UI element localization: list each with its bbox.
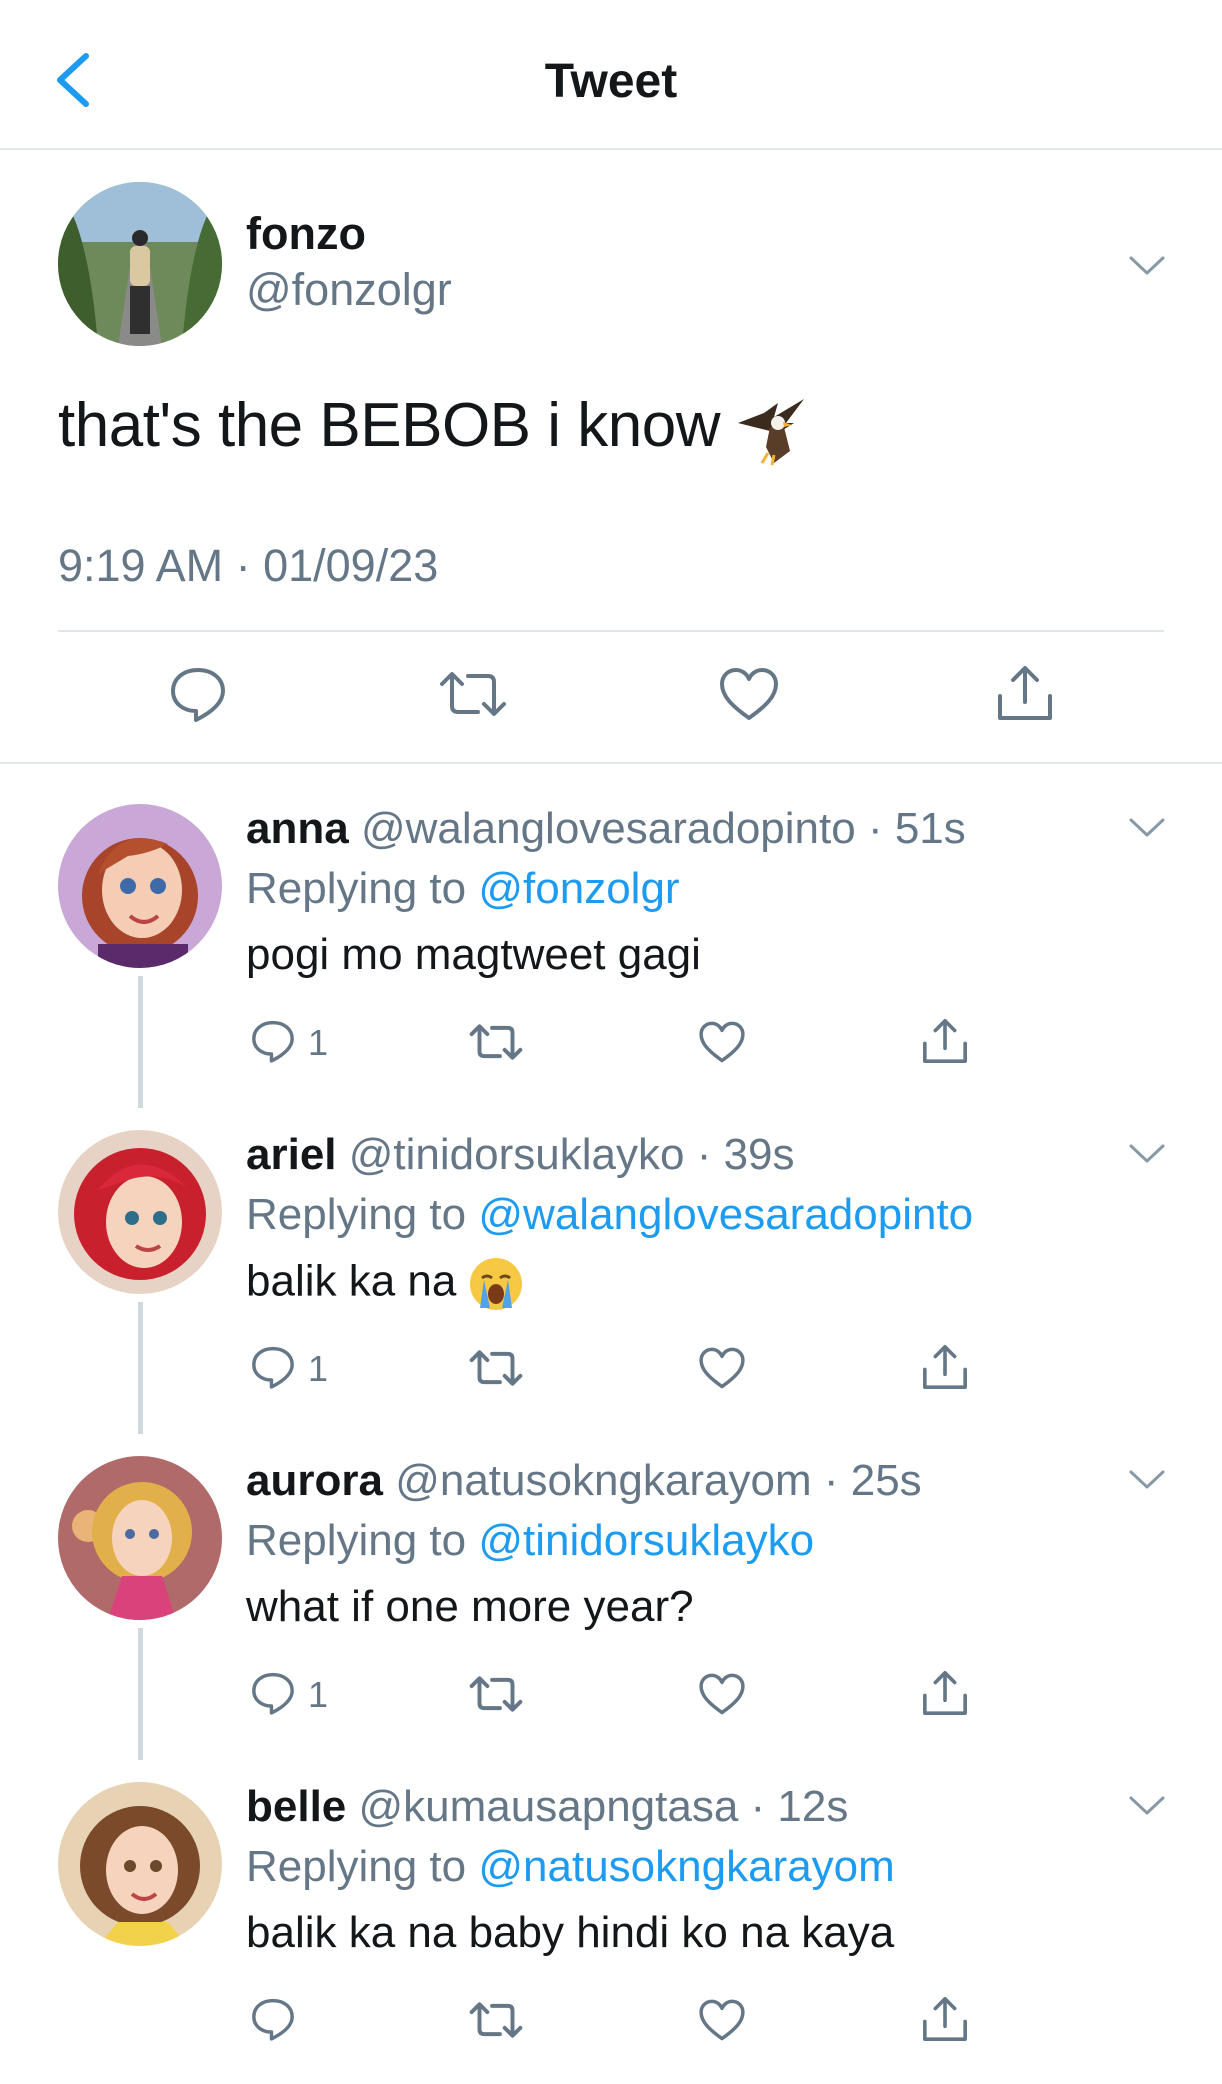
reply-count: 1 <box>308 1674 329 1715</box>
caret-down-icon[interactable] <box>1128 254 1166 278</box>
like-icon[interactable] <box>698 1020 746 1064</box>
tweet-text: that's the BEBOB i know <box>58 390 808 467</box>
reply-tweet[interactable]: belle @kumausapngtasa · 12s Replying to … <box>0 1758 1222 2084</box>
reply-text: balik ka na <box>246 1256 524 1312</box>
eagle-emoji <box>738 398 804 465</box>
replying-mention[interactable]: @fonzolgr <box>478 864 679 913</box>
reply-author-name[interactable]: aurora <box>246 1456 383 1505</box>
share-icon[interactable] <box>920 1016 970 1066</box>
thread-line <box>138 976 143 1108</box>
tweet-text-content: that's the BEBOB i know <box>58 391 721 460</box>
thread-line <box>138 1302 143 1434</box>
reply-text-content: balik ka na <box>246 1256 457 1306</box>
reply-tweet[interactable]: aurora @natusokngkarayom · 25s Replying … <box>0 1432 1222 1760</box>
avatar[interactable] <box>58 1456 222 1620</box>
like-icon[interactable] <box>698 1998 746 2042</box>
thread-line <box>138 1628 143 1760</box>
replying-to: Replying to @natusokngkarayom <box>246 1842 895 1892</box>
share-icon[interactable] <box>920 1994 970 2044</box>
replying-prefix: Replying to <box>246 1842 467 1891</box>
avatar[interactable] <box>58 1782 222 1946</box>
reply-text: balik ka na baby hindi ko na kaya <box>246 1908 895 1957</box>
reply-header: aurora @natusokngkarayom · 25s <box>246 1456 922 1506</box>
reply-time: · 12s <box>750 1782 849 1831</box>
reply-actions: 1 <box>246 1010 1006 1070</box>
reply-time: · 25s <box>823 1456 922 1505</box>
replying-mention[interactable]: @walanglovesaradopinto <box>478 1190 973 1239</box>
reply-author-name[interactable]: anna <box>246 804 349 853</box>
replying-to: Replying to @walanglovesaradopinto <box>246 1190 973 1240</box>
retweet-icon[interactable] <box>468 1998 524 2042</box>
reply-actions: 1 <box>246 1662 1006 1722</box>
caret-down-icon[interactable] <box>1128 816 1166 840</box>
page-title: Tweet <box>544 55 678 108</box>
like-icon[interactable] <box>698 1672 746 1716</box>
reply-actions: 1 <box>246 1336 1006 1396</box>
author-name[interactable]: fonzo <box>246 208 366 260</box>
reply-author-name[interactable]: ariel <box>246 1130 337 1179</box>
replying-to: Replying to @fonzolgr <box>246 864 680 914</box>
avatar[interactable] <box>58 1130 222 1294</box>
reply-header: belle @kumausapngtasa · 12s <box>246 1782 848 1832</box>
replying-prefix: Replying to <box>246 1516 467 1565</box>
reply-tweet[interactable]: ariel @tinidorsuklayko · 39s Replying to… <box>0 1106 1222 1434</box>
header-bar: Tweet <box>0 0 1222 150</box>
like-icon[interactable] <box>718 666 780 722</box>
like-icon[interactable] <box>698 1346 746 1390</box>
reply-header: anna @walanglovesaradopinto · 51s <box>246 804 966 854</box>
replying-mention[interactable]: @tinidorsuklayko <box>478 1516 814 1565</box>
divider <box>58 630 1164 632</box>
reply-time: · 51s <box>867 804 966 853</box>
reply-count: 1 <box>308 1022 329 1063</box>
main-tweet: fonzo @fonzolgr that's the BEBOB i know … <box>0 150 1222 764</box>
reply-icon[interactable] <box>168 664 228 724</box>
reply-time: · 39s <box>696 1130 795 1179</box>
share-icon[interactable] <box>994 662 1056 724</box>
reply-tweet[interactable]: anna @walanglovesaradopinto · 51s Replyi… <box>0 780 1222 1108</box>
retweet-icon[interactable] <box>468 1020 524 1064</box>
reply-author-handle[interactable]: @natusokngkarayom <box>395 1456 811 1505</box>
replying-mention[interactable]: @natusokngkarayom <box>478 1842 894 1891</box>
reply-icon[interactable] <box>250 1018 296 1064</box>
avatar[interactable] <box>58 182 222 346</box>
replying-prefix: Replying to <box>246 1190 467 1239</box>
reply-count: 1 <box>308 1348 329 1389</box>
reply-author-handle[interactable]: @walanglovesaradopinto <box>361 804 856 853</box>
reply-icon[interactable] <box>250 1670 296 1716</box>
tweet-timestamp: 9:19 AM · 01/09/23 <box>58 540 439 591</box>
reply-header: ariel @tinidorsuklayko · 39s <box>246 1130 795 1180</box>
reply-icon[interactable] <box>250 1996 296 2042</box>
retweet-icon[interactable] <box>468 1346 524 1390</box>
replying-prefix: Replying to <box>246 864 467 913</box>
reply-text: what if one more year? <box>246 1582 694 1631</box>
caret-down-icon[interactable] <box>1128 1142 1166 1166</box>
loudly-crying-face-emoji <box>470 1258 523 1310</box>
reply-author-handle[interactable]: @tinidorsuklayko <box>349 1130 685 1179</box>
reply-author-name[interactable]: belle <box>246 1782 346 1831</box>
caret-down-icon[interactable] <box>1128 1468 1166 1492</box>
reply-icon[interactable] <box>250 1344 296 1390</box>
reply-actions <box>246 1988 1006 2048</box>
author-handle[interactable]: @fonzolgr <box>246 264 452 316</box>
avatar[interactable] <box>58 804 222 968</box>
retweet-icon[interactable] <box>438 666 508 722</box>
reply-text: pogi mo magtweet gagi <box>246 930 701 979</box>
share-icon[interactable] <box>920 1668 970 1718</box>
reply-author-handle[interactable]: @kumausapngtasa <box>359 1782 739 1831</box>
replying-to: Replying to @tinidorsuklayko <box>246 1516 814 1566</box>
share-icon[interactable] <box>920 1342 970 1392</box>
caret-down-icon[interactable] <box>1128 1794 1166 1818</box>
retweet-icon[interactable] <box>468 1672 524 1716</box>
